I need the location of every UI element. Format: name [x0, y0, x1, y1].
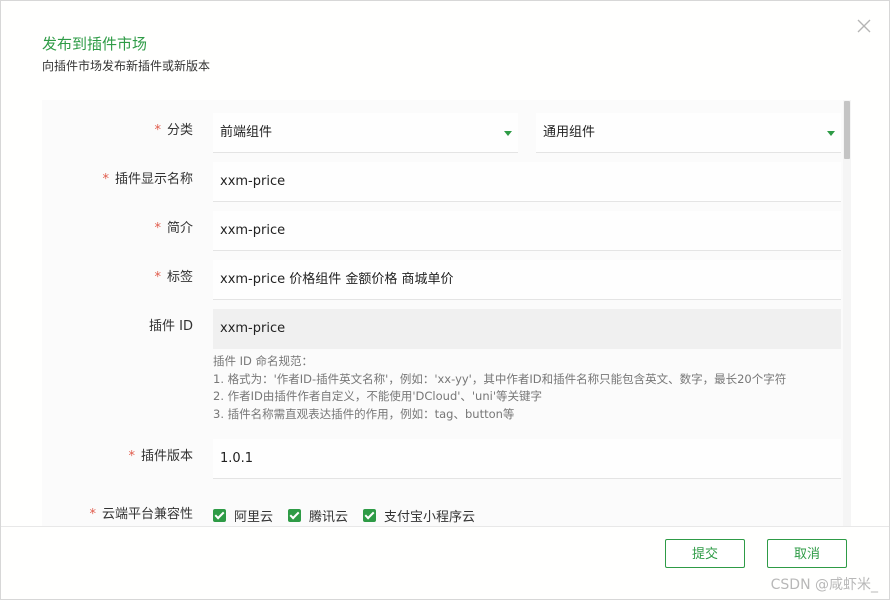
summary-input[interactable]: xxm-price: [213, 211, 841, 251]
category-secondary-select[interactable]: 通用组件: [536, 113, 841, 153]
close-icon: [857, 19, 871, 33]
chevron-down-icon: [504, 131, 512, 136]
display-name-input[interactable]: xxm-price: [213, 162, 841, 202]
category-primary-select[interactable]: 前端组件: [213, 113, 518, 153]
required-mark: *: [154, 221, 161, 236]
category-label: * 分类: [154, 107, 193, 155]
tags-value: xxm-price 价格组件 金额价格 商城单价: [220, 272, 454, 287]
category-secondary-value: 通用组件: [543, 125, 596, 140]
required-mark: *: [154, 270, 161, 285]
required-mark: *: [89, 507, 96, 522]
category-label-text: 分类: [166, 123, 193, 138]
checkmark-icon: [288, 509, 301, 522]
plugin-id-value: xxm-price: [220, 321, 286, 336]
tags-label-text: 标签: [166, 270, 193, 285]
checkmark-icon: [213, 509, 226, 522]
required-mark: *: [128, 449, 135, 464]
help-line: 2. 作者ID由插件作者自定义，不能使用'DCloud'、'uni'等关键字: [213, 389, 542, 403]
scrollbar-thumb[interactable]: [844, 101, 850, 159]
required-mark: *: [102, 172, 109, 187]
version-value: 1.0.1: [220, 451, 254, 466]
category-primary-value: 前端组件: [220, 125, 273, 140]
display-name-value: xxm-price: [220, 174, 286, 189]
checkmark-icon: [363, 509, 376, 522]
scrollbar-track[interactable]: [843, 100, 851, 526]
checkbox-aliyun[interactable]: 阿里云: [213, 506, 273, 525]
required-mark: *: [154, 123, 161, 138]
plugin-id-row: 插件 ID xxm-price: [42, 303, 850, 351]
category-row: * 分类 前端组件 通用组件: [42, 107, 850, 155]
chevron-down-icon: [827, 131, 835, 136]
cloud-compat-label: * 云端平台兼容性: [89, 499, 193, 526]
version-label-text: 插件版本: [140, 449, 193, 464]
display-name-row: * 插件显示名称 xxm-price: [42, 156, 850, 204]
cloud-compat-label-text: 云端平台兼容性: [101, 507, 193, 522]
help-line: 3. 插件名称需直观表达插件的作用，例如：tag、button等: [213, 406, 515, 421]
checkbox-alipay-cloud[interactable]: 支付宝小程序云: [363, 506, 475, 525]
summary-label-text: 简介: [166, 221, 193, 236]
plugin-id-help: 插件 ID 命名规范： 1. 格式为：'作者ID-插件英文名称'，例如：'xx-…: [213, 353, 786, 423]
checkbox-label: 支付宝小程序云: [384, 510, 476, 525]
close-button[interactable]: [853, 15, 875, 37]
submit-button[interactable]: 提交: [665, 539, 745, 568]
display-name-label: * 插件显示名称: [102, 156, 193, 204]
cloud-compat-row: * 云端平台兼容性 阿里云 腾讯云 支付宝小程序云: [42, 499, 850, 526]
summary-value: xxm-price: [220, 223, 286, 238]
plugin-id-input: xxm-price: [213, 309, 841, 349]
footer-divider: [1, 526, 889, 527]
checkbox-label: 阿里云: [234, 510, 274, 525]
tags-label: * 标签: [154, 254, 193, 302]
version-row: * 插件版本 1.0.1: [42, 433, 850, 481]
help-line: 插件 ID 命名规范：: [213, 354, 314, 368]
help-line: 1. 格式为：'作者ID-插件英文名称'，例如：'xx-yy'，其中作者ID和插…: [213, 371, 787, 386]
summary-label: * 简介: [154, 205, 193, 253]
version-input[interactable]: 1.0.1: [213, 439, 841, 479]
display-name-label-text: 插件显示名称: [114, 172, 193, 187]
cancel-button[interactable]: 取消: [767, 539, 847, 568]
checkbox-tencent-cloud[interactable]: 腾讯云: [288, 506, 348, 525]
tags-input[interactable]: xxm-price 价格组件 金额价格 商城单价: [213, 260, 841, 300]
summary-row: * 简介 xxm-price: [42, 205, 850, 253]
version-label: * 插件版本: [128, 433, 193, 481]
dialog-subtitle: 向插件市场发布新插件或新版本: [42, 59, 211, 73]
plugin-id-label: 插件 ID: [149, 319, 193, 334]
publish-dialog: 发布到插件市场 向插件市场发布新插件或新版本 * 分类 前端组件 通用组件 * 插件…: [0, 0, 890, 600]
watermark: CSDN @咸虾米_: [770, 577, 878, 593]
dialog-title: 发布到插件市场: [42, 35, 148, 53]
checkbox-label: 腾讯云: [309, 510, 349, 525]
tags-row: * 标签 xxm-price 价格组件 金额价格 商城单价: [42, 254, 850, 302]
form-scroll-area[interactable]: * 分类 前端组件 通用组件 * 插件显示名称 xxm-price * 简介 xxm-…: [42, 100, 850, 526]
